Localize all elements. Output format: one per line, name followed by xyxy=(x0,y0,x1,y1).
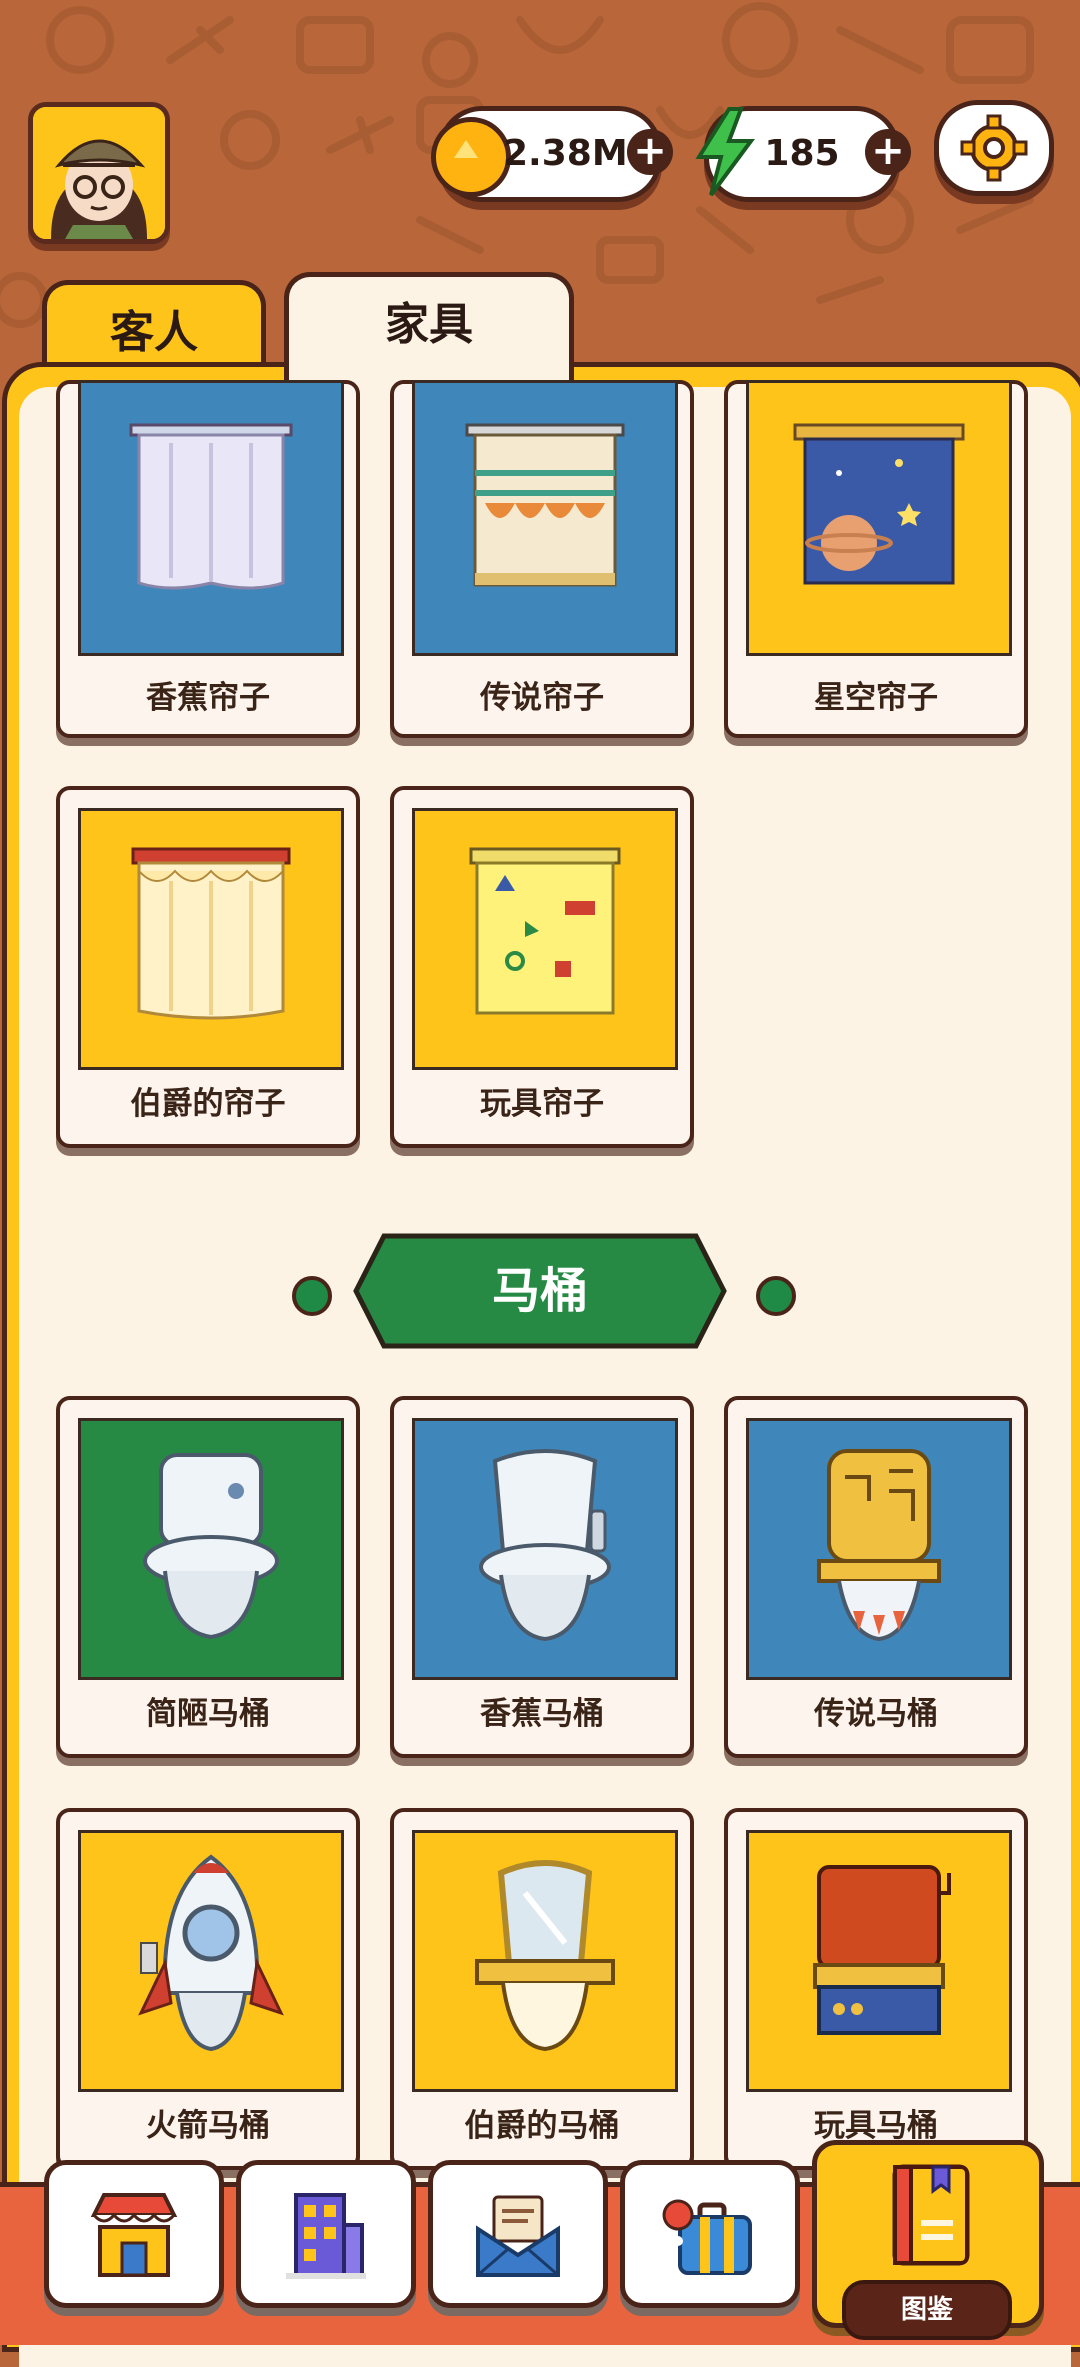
item-thumbnail xyxy=(412,808,678,1070)
energy-value: 185 xyxy=(764,133,840,174)
add-coins-button[interactable]: + xyxy=(627,129,673,175)
curtain-icon xyxy=(131,847,291,1020)
item-card-legend-toilet[interactable]: 传说马桶 xyxy=(724,1396,1028,1758)
toilet-icon xyxy=(817,1449,941,1642)
add-energy-button[interactable]: + xyxy=(865,129,911,175)
item-name: 玩具帘子 xyxy=(480,1086,604,1122)
coin-icon xyxy=(431,117,511,197)
item-name: 伯爵的帘子 xyxy=(130,1086,286,1122)
item-name: 伯爵的马桶 xyxy=(464,2108,620,2144)
toilet-icon xyxy=(143,1453,279,1640)
tab-furniture[interactable]: 家具 xyxy=(284,272,574,397)
toilet-icon xyxy=(479,1449,611,1642)
item-name: 传说马桶 xyxy=(814,1696,938,1732)
item-card-starry-curtain[interactable]: 星空帘子 xyxy=(724,380,1028,738)
shop-icon xyxy=(90,2193,178,2277)
curtain-icon xyxy=(129,423,293,590)
item-name: 简陋马桶 xyxy=(146,1696,270,1732)
curtain-icon xyxy=(469,847,621,1015)
coin-counter[interactable]: 2.38M + xyxy=(431,106,673,202)
nav-travel-button[interactable] xyxy=(620,2160,800,2308)
curtain-icon xyxy=(793,423,965,585)
item-name: 火箭马桶 xyxy=(146,2108,270,2144)
item-name: 星空帘子 xyxy=(814,680,938,716)
banner-dot-right xyxy=(756,1276,796,1316)
curtain-icon xyxy=(465,423,625,587)
building-icon xyxy=(286,2193,366,2279)
item-card-toy-curtain[interactable]: 玩具帘子 xyxy=(390,786,694,1148)
item-card-banana-curtain[interactable]: 香蕉帘子 xyxy=(56,380,360,738)
detective-girl-avatar-icon xyxy=(33,107,165,239)
item-name: 玩具马桶 xyxy=(814,2108,938,2144)
settings-button[interactable] xyxy=(934,100,1054,196)
item-card-count-curtain[interactable]: 伯爵的帘子 xyxy=(56,786,360,1148)
item-thumbnail xyxy=(78,1830,344,2092)
item-thumbnail xyxy=(746,1830,1012,2092)
item-name: 传说帘子 xyxy=(480,680,604,716)
toilet-icon xyxy=(813,1865,951,2035)
coin-value: 2.38M xyxy=(503,133,628,174)
item-card-simple-toilet[interactable]: 简陋马桶 xyxy=(56,1396,360,1758)
item-thumbnail xyxy=(746,1418,1012,1680)
item-card-legend-curtain[interactable]: 传说帘子 xyxy=(390,380,694,738)
item-card-toy-toilet[interactable]: 玩具马桶 xyxy=(724,1808,1028,2170)
item-thumbnail xyxy=(412,380,678,656)
nav-building-button[interactable] xyxy=(236,2160,416,2308)
item-thumbnail xyxy=(746,380,1012,656)
banner-dot-left xyxy=(292,1276,332,1316)
rocket-toilet-icon xyxy=(138,1854,284,2052)
item-name: 香蕉马桶 xyxy=(480,1696,604,1732)
item-card-count-toilet[interactable]: 伯爵的马桶 xyxy=(390,1808,694,2170)
lightning-icon xyxy=(691,107,757,201)
item-thumbnail xyxy=(78,808,344,1070)
item-card-rocket-toilet[interactable]: 火箭马桶 xyxy=(56,1808,360,2170)
player-avatar[interactable] xyxy=(28,102,170,244)
mail-icon xyxy=(476,2195,560,2277)
suitcase-icon xyxy=(662,2199,752,2275)
toilet-icon xyxy=(475,1860,615,2052)
item-thumbnail xyxy=(412,1418,678,1680)
energy-counter[interactable]: 185 + xyxy=(695,106,911,202)
item-card-banana-toilet[interactable]: 香蕉马桶 xyxy=(390,1396,694,1758)
item-name: 香蕉帘子 xyxy=(146,680,270,716)
item-thumbnail xyxy=(412,1830,678,2092)
section-title: 马桶 xyxy=(491,1263,588,1319)
nav-mail-button[interactable] xyxy=(428,2160,608,2308)
section-header-toilets: 马桶 xyxy=(352,1232,728,1350)
nav-shop-button[interactable] xyxy=(44,2160,224,2308)
gear-icon xyxy=(960,114,1028,182)
item-thumbnail xyxy=(78,1418,344,1680)
nav-collection-label: 图鉴 xyxy=(842,2280,1012,2340)
item-thumbnail xyxy=(78,380,344,656)
